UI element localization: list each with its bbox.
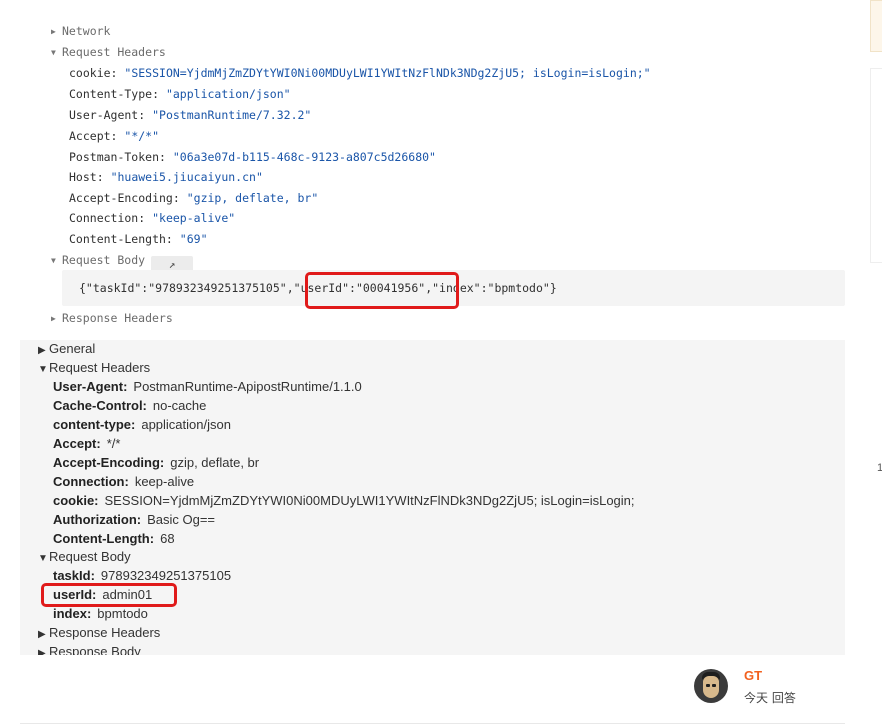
header-key: cookie: bbox=[69, 66, 118, 80]
header-key: Host: bbox=[69, 170, 104, 184]
header-key: content-type: bbox=[53, 417, 136, 432]
body-value: bpmtodo bbox=[97, 606, 148, 621]
header-key: Connection: bbox=[69, 211, 146, 225]
request-body-label: Request Body bbox=[49, 549, 131, 564]
header-row: User-Agent: "PostmanRuntime/7.32.2" bbox=[69, 107, 311, 123]
response-headers-label: Response Headers bbox=[49, 625, 161, 640]
header-key: cookie: bbox=[53, 493, 99, 508]
expanded-triangle-icon: ▼ bbox=[51, 256, 56, 265]
response-body-toggle[interactable]: ▶ Response Body bbox=[38, 643, 141, 655]
header-row: content-type: application/json bbox=[53, 416, 231, 434]
collapsed-triangle-icon: ▶ bbox=[38, 629, 46, 640]
header-row: Connection: keep-alive bbox=[53, 473, 194, 491]
side-number: 1 bbox=[877, 462, 882, 474]
header-value: "application/json" bbox=[165, 87, 291, 101]
request-headers-toggle[interactable]: ▼Request Headers bbox=[38, 359, 150, 379]
header-key: User-Agent: bbox=[69, 108, 146, 122]
request-headers-label: Request Headers bbox=[62, 45, 166, 59]
header-value: "06a3e07d-b115-468c-9123-a807c5d26680" bbox=[172, 150, 436, 164]
request-body-label: Request Body bbox=[62, 253, 146, 267]
collapsed-triangle-icon: ▶ bbox=[51, 27, 56, 36]
highlight-box bbox=[305, 272, 459, 309]
answer-meta: 今天 回答 bbox=[744, 691, 796, 705]
response-body-label: Response Body bbox=[49, 644, 141, 655]
side-panel bbox=[870, 68, 882, 263]
header-value: "69" bbox=[179, 232, 208, 246]
header-row: Authorization: Basic Og== bbox=[53, 511, 215, 529]
response-headers-toggle[interactable]: ▶ Response Headers bbox=[51, 310, 173, 327]
header-value: "PostmanRuntime/7.32.2" bbox=[152, 108, 312, 122]
header-row: cookie: SESSION=YjdmMjZmZDYtYWI0Ni00MDUyL… bbox=[53, 492, 635, 510]
header-row: cookie: "SESSION=YjdmMjZmZDYtYWI0Ni00MDU… bbox=[69, 65, 651, 81]
body-row: index: bpmtodo bbox=[53, 605, 148, 623]
header-key: Content-Length: bbox=[53, 531, 155, 546]
header-key: Postman-Token: bbox=[69, 150, 166, 164]
header-key: Cache-Control: bbox=[53, 398, 147, 413]
response-headers-label: Response Headers bbox=[62, 311, 173, 325]
header-row: Cache-Control: no-cache bbox=[53, 397, 206, 415]
header-value: "gzip, deflate, br" bbox=[186, 191, 319, 205]
header-row: Content-Length: 68 bbox=[53, 530, 175, 548]
header-row: Postman-Token: "06a3e07d-b115-468c-9123-… bbox=[69, 149, 436, 165]
request-headers-label: Request Headers bbox=[49, 360, 151, 375]
network-toggle[interactable]: ▶ Network bbox=[51, 23, 110, 40]
header-key: Content-Length: bbox=[69, 232, 173, 246]
general-toggle[interactable]: ▶ General bbox=[38, 340, 95, 360]
header-value: SESSION=YjdmMjZmZDYtYWI0Ni00MDUyLWI1YWIt… bbox=[104, 493, 635, 508]
devtools-panel: ▶ General ▼Request Headers User-Agent: Pos… bbox=[20, 340, 845, 655]
expanded-triangle-icon: ▼ bbox=[38, 364, 48, 375]
avatar[interactable] bbox=[694, 669, 728, 703]
header-key: Accept-Encoding: bbox=[69, 191, 180, 205]
header-row: Accept: "*/*" bbox=[69, 128, 159, 144]
body-key: taskId: bbox=[53, 568, 95, 583]
collapsed-triangle-icon: ▶ bbox=[38, 345, 46, 356]
request-body-toggle[interactable]: ▼Request Body bbox=[38, 548, 131, 568]
header-key: Authorization: bbox=[53, 512, 142, 527]
header-value: */* bbox=[106, 436, 121, 451]
header-row: Content-Type: "application/json" bbox=[69, 86, 291, 102]
header-row: Connection: "keep-alive" bbox=[69, 210, 235, 226]
body-task-id: {"taskId":"978932349251375105" bbox=[79, 281, 287, 295]
header-row: Accept: */* bbox=[53, 435, 120, 453]
header-value: Basic Og== bbox=[147, 512, 216, 527]
header-value: "*/*" bbox=[124, 129, 160, 143]
header-value: no-cache bbox=[152, 398, 207, 413]
side-card bbox=[870, 0, 882, 52]
header-key: Content-Type: bbox=[69, 87, 160, 101]
header-key: Accept-Encoding: bbox=[53, 455, 165, 470]
header-value: "SESSION=YjdmMjZmZDYtYWI0Ni00MDUyLWI1YWI… bbox=[124, 66, 651, 80]
header-key: Connection: bbox=[53, 474, 129, 489]
header-row: Host: "huawei5.jiucaiyun.cn" bbox=[69, 169, 263, 185]
divider bbox=[20, 723, 845, 724]
request-headers-toggle[interactable]: ▼ Request Headers bbox=[51, 44, 166, 61]
collapsed-triangle-icon: ▶ bbox=[38, 648, 46, 655]
body-value: 978932349251375105 bbox=[100, 568, 232, 583]
header-key: Accept: bbox=[53, 436, 101, 451]
header-row: Accept-Encoding: gzip, deflate, br bbox=[53, 454, 259, 472]
collapsed-triangle-icon: ▶ bbox=[51, 314, 56, 323]
header-value: "keep-alive" bbox=[152, 211, 236, 225]
header-value: gzip, deflate, br bbox=[170, 455, 260, 470]
header-value: 68 bbox=[160, 531, 175, 546]
expanded-triangle-icon: ▼ bbox=[51, 48, 56, 57]
header-row: User-Agent: PostmanRuntime-ApipostRuntime… bbox=[53, 378, 362, 396]
highlight-box bbox=[41, 583, 177, 607]
header-key: User-Agent: bbox=[53, 379, 128, 394]
header-value: keep-alive bbox=[134, 474, 195, 489]
header-row: Accept-Encoding: "gzip, deflate, br" bbox=[69, 190, 318, 206]
network-label: Network bbox=[62, 24, 111, 38]
header-row: Content-Length: "69" bbox=[69, 231, 208, 247]
header-value: PostmanRuntime-ApipostRuntime/1.1.0 bbox=[133, 379, 362, 394]
header-value: application/json bbox=[141, 417, 231, 432]
body-key: index: bbox=[53, 606, 92, 621]
header-key: Accept: bbox=[69, 129, 118, 143]
general-label: General bbox=[49, 341, 96, 356]
response-headers-toggle[interactable]: ▶ Response Headers bbox=[38, 624, 160, 644]
header-value: "huawei5.jiucaiyun.cn" bbox=[110, 170, 263, 184]
author-name[interactable]: GT bbox=[744, 668, 762, 683]
expanded-triangle-icon: ▼ bbox=[38, 553, 48, 564]
